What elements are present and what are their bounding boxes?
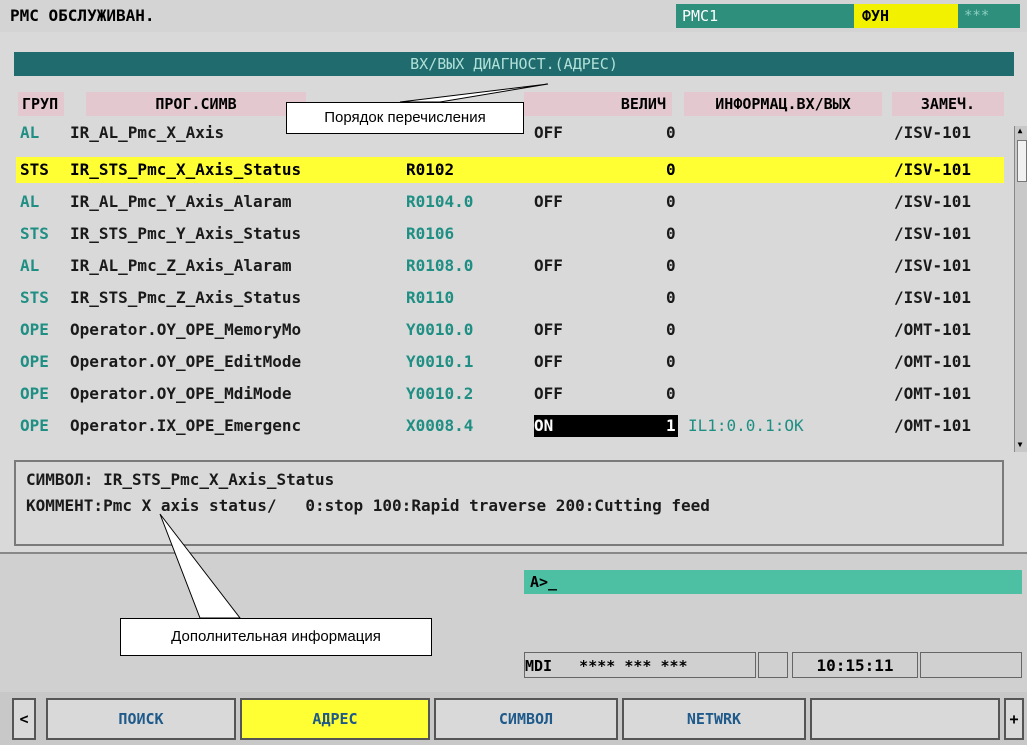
callout-order: Порядок перечисления <box>286 102 524 134</box>
callout-extra-info: Дополнительная информация <box>120 618 432 656</box>
